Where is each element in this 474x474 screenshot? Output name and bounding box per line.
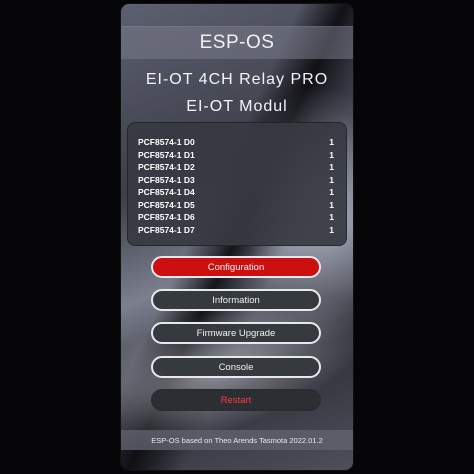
main-panel: ESP-OS EI-OT 4CH Relay PRO EI-OT Modul P… bbox=[121, 4, 353, 470]
configuration-button[interactable]: Configuration bbox=[151, 256, 321, 278]
status-row: PCF8574-1 D5 1 bbox=[138, 200, 334, 212]
device-subtitle: EI-OT Modul bbox=[186, 98, 288, 115]
restart-button[interactable]: Restart bbox=[151, 389, 321, 411]
device-title: EI-OT 4CH Relay PRO bbox=[145, 71, 329, 88]
status-label: PCF8574-1 D2 bbox=[138, 162, 195, 172]
status-row: PCF8574-1 D2 1 bbox=[138, 162, 334, 174]
status-label: PCF8574-1 D6 bbox=[138, 212, 195, 222]
status-label: PCF8574-1 D3 bbox=[138, 174, 195, 185]
status-row: PCF8574-1 D6 1 bbox=[138, 212, 334, 224]
status-value: 1 bbox=[329, 224, 334, 235]
console-button[interactable]: Console bbox=[151, 356, 321, 378]
status-value: 1 bbox=[329, 212, 334, 222]
status-row: PCF8574-1 D4 1 bbox=[138, 187, 334, 199]
firmware-upgrade-button[interactable]: Firmware Upgrade bbox=[151, 322, 321, 344]
status-value: 1 bbox=[329, 149, 334, 160]
status-value: 1 bbox=[329, 174, 334, 185]
status-table: PCF8574-1 D0 1 PCF8574-1 D1 1 PCF8574-1 … bbox=[127, 122, 347, 246]
status-value: 1 bbox=[329, 162, 334, 172]
status-value: 1 bbox=[329, 199, 334, 210]
status-row: PCF8574-1 D0 1 bbox=[138, 137, 334, 149]
brand-header: ESP-OS bbox=[121, 26, 353, 59]
status-label: PCF8574-1 D1 bbox=[138, 149, 195, 160]
status-label: PCF8574-1 D5 bbox=[138, 199, 195, 210]
status-value: 1 bbox=[329, 187, 334, 197]
status-label: PCF8574-1 D0 bbox=[138, 137, 195, 147]
status-value: 1 bbox=[329, 137, 334, 147]
status-label: PCF8574-1 D4 bbox=[138, 187, 195, 197]
brand-title: ESP-OS bbox=[199, 32, 275, 53]
status-label: PCF8574-1 D7 bbox=[138, 224, 195, 235]
status-row: PCF8574-1 D1 1 bbox=[138, 150, 334, 162]
status-row: PCF8574-1 D7 1 bbox=[138, 225, 334, 237]
status-row: PCF8574-1 D3 1 bbox=[138, 175, 334, 187]
footer-text: ESP-OS based on Theo Arends Tasmota 2022… bbox=[151, 435, 323, 445]
information-button[interactable]: Information bbox=[151, 289, 321, 311]
footer-bar: ESP-OS based on Theo Arends Tasmota 2022… bbox=[121, 430, 353, 450]
